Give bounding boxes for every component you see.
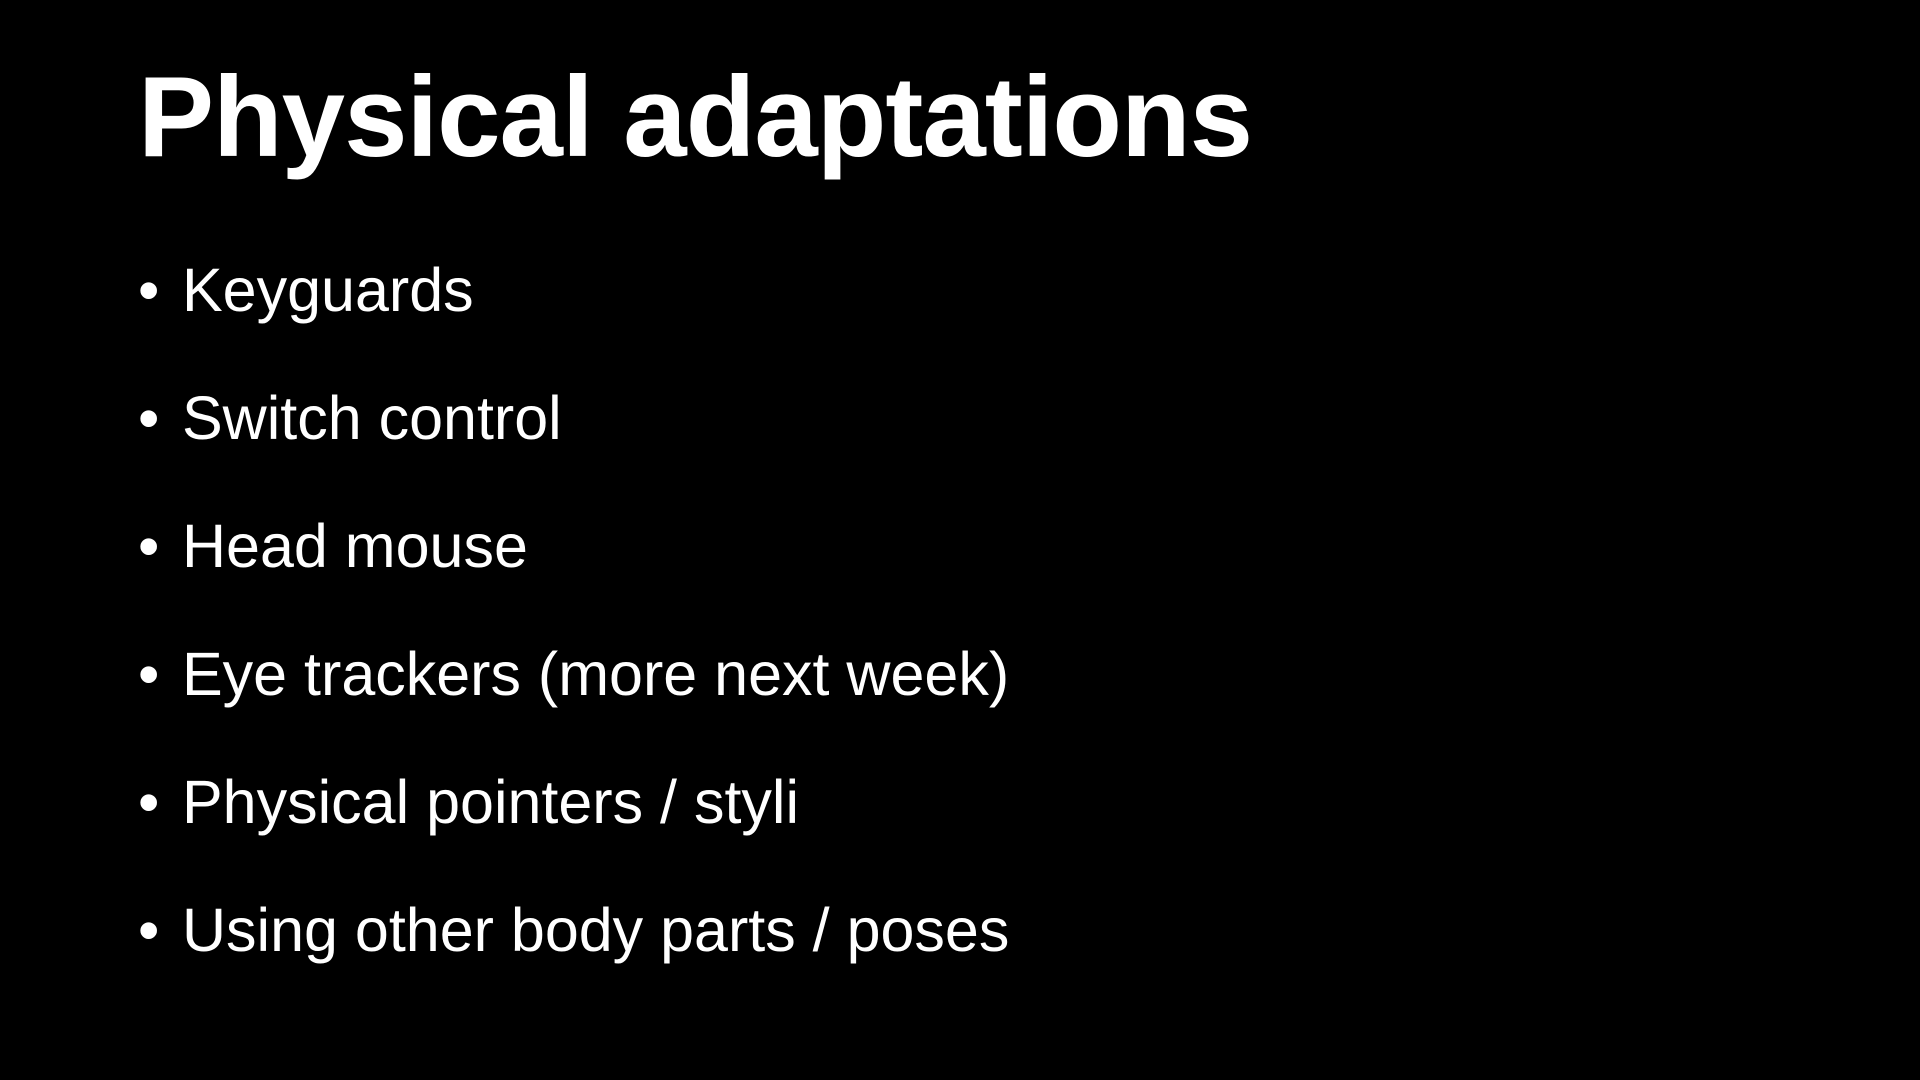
bullet-item-head-mouse: • Head mouse	[138, 508, 1009, 636]
bullet-dot-icon: •	[138, 640, 160, 708]
bullet-dot-icon: •	[138, 768, 160, 836]
bullet-text: Eye trackers (more next week)	[182, 640, 1010, 708]
bullet-item-other-body-parts: • Using other body parts / poses	[138, 892, 1009, 1020]
bullet-dot-icon: •	[138, 256, 160, 324]
bullet-dot-icon: •	[138, 896, 160, 964]
slide-title: Physical adaptations	[138, 54, 1253, 181]
bullet-text: Physical pointers / styli	[182, 768, 799, 836]
slide: Physical adaptations • Keyguards • Switc…	[0, 0, 1920, 1080]
bullet-item-keyguards: • Keyguards	[138, 252, 1009, 380]
bullet-text: Keyguards	[182, 256, 474, 324]
bullet-text: Using other body parts / poses	[182, 896, 1010, 964]
bullet-dot-icon: •	[138, 384, 160, 452]
bullet-item-eye-trackers: • Eye trackers (more next week)	[138, 636, 1009, 764]
bullet-list: • Keyguards • Switch control • Head mous…	[138, 252, 1009, 1020]
bullet-dot-icon: •	[138, 512, 160, 580]
bullet-item-switch-control: • Switch control	[138, 380, 1009, 508]
bullet-item-physical-pointers: • Physical pointers / styli	[138, 764, 1009, 892]
bullet-text: Head mouse	[182, 512, 528, 580]
bullet-text: Switch control	[182, 384, 562, 452]
